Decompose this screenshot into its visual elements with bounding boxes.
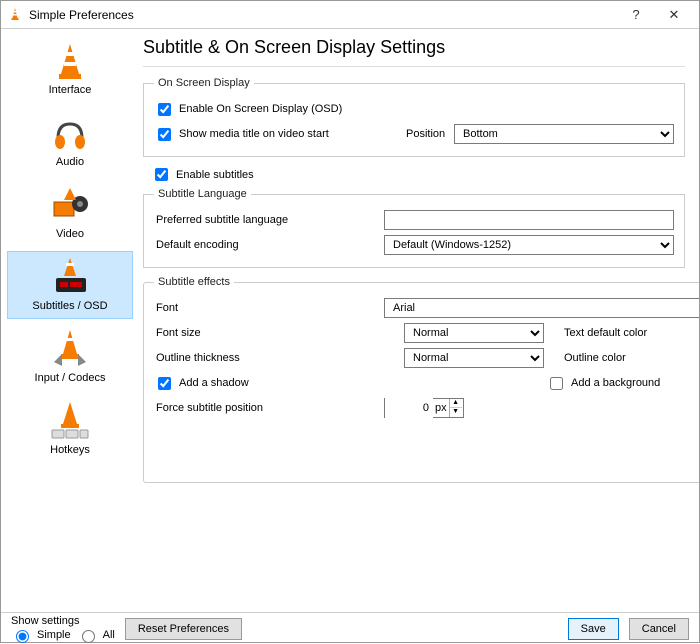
text-default-color-label: Text default color xyxy=(564,327,699,339)
preferred-language-label: Preferred subtitle language xyxy=(154,214,384,226)
subtitle-effects-group-title: Subtitle effects xyxy=(154,276,234,288)
subtitle-board-icon xyxy=(48,256,92,298)
add-background-label: Add a background xyxy=(571,377,660,389)
sidebar-item-video[interactable]: Video xyxy=(7,179,133,247)
vlc-logo-icon xyxy=(7,7,23,23)
window-title: Simple Preferences xyxy=(29,8,617,22)
show-media-title-checkbox[interactable]: Show media title on video start xyxy=(154,125,404,144)
force-position-spinner[interactable]: px ▲▼ xyxy=(384,398,464,418)
category-sidebar: Interface Audio Video Subtitles / OSD In… xyxy=(1,29,139,612)
show-media-title-label: Show media title on video start xyxy=(179,128,329,140)
dialog-footer: Show settings Simple All Reset Preferenc… xyxy=(1,612,699,644)
film-reel-icon xyxy=(48,184,92,226)
force-position-label: Force subtitle position xyxy=(154,402,384,414)
save-button[interactable]: Save xyxy=(568,618,619,640)
subtitle-language-group-title: Subtitle Language xyxy=(154,188,251,200)
sidebar-item-hotkeys[interactable]: Hotkeys xyxy=(7,395,133,463)
font-size-select[interactable]: Normal xyxy=(404,323,544,343)
sidebar-item-interface[interactable]: Interface xyxy=(7,35,133,103)
reset-preferences-button[interactable]: Reset Preferences xyxy=(125,618,242,640)
simple-mode-radio[interactable]: Simple xyxy=(11,627,71,643)
enable-subtitles-checkbox[interactable]: Enable subtitles xyxy=(151,165,685,184)
sidebar-item-label: Interface xyxy=(49,84,92,96)
sidebar-item-label: Input / Codecs xyxy=(35,372,106,384)
spinner-up-icon[interactable]: ▲ xyxy=(450,399,462,408)
help-button[interactable]: ? xyxy=(617,7,655,22)
codecs-icon xyxy=(48,328,92,370)
sidebar-item-input-codecs[interactable]: Input / Codecs xyxy=(7,323,133,391)
content-pane: Subtitle & On Screen Display Settings On… xyxy=(139,29,699,612)
headphones-icon xyxy=(48,112,92,154)
cone-icon xyxy=(48,40,92,82)
all-mode-radio[interactable]: All xyxy=(77,627,115,643)
enable-subtitles-label: Enable subtitles xyxy=(176,169,254,181)
font-label: Font xyxy=(154,302,384,314)
add-shadow-label: Add a shadow xyxy=(179,377,249,389)
hotkeys-icon xyxy=(48,400,92,442)
force-position-unit: px xyxy=(433,402,449,414)
osd-group-title: On Screen Display xyxy=(154,77,254,89)
sidebar-item-subtitles[interactable]: Subtitles / OSD xyxy=(7,251,133,319)
spinner-down-icon[interactable]: ▼ xyxy=(450,408,462,417)
enable-osd-checkbox[interactable]: Enable On Screen Display (OSD) xyxy=(154,100,342,119)
add-background-checkbox[interactable]: Add a background xyxy=(546,374,660,393)
force-position-input[interactable] xyxy=(385,398,433,418)
position-label: Position xyxy=(404,128,454,140)
page-title: Subtitle & On Screen Display Settings xyxy=(143,37,685,58)
outline-thickness-label: Outline thickness xyxy=(154,352,384,364)
sidebar-item-label: Audio xyxy=(56,156,84,168)
font-select[interactable]: Arial xyxy=(384,298,699,318)
outline-thickness-select[interactable]: Normal xyxy=(404,348,544,368)
cancel-button[interactable]: Cancel xyxy=(629,618,689,640)
sidebar-item-audio[interactable]: Audio xyxy=(7,107,133,175)
sidebar-item-label: Hotkeys xyxy=(50,444,90,456)
preferred-language-input[interactable] xyxy=(384,210,674,230)
sidebar-item-label: Video xyxy=(56,228,84,240)
sidebar-item-label: Subtitles / OSD xyxy=(32,300,107,312)
show-settings-label: Show settings xyxy=(11,615,115,627)
window-titlebar: Simple Preferences ? ✕ xyxy=(1,1,699,29)
subtitle-effects-group: Subtitle effects Font Arial Font size No… xyxy=(143,276,699,483)
outline-color-label: Outline color xyxy=(564,352,699,364)
close-button[interactable]: ✕ xyxy=(655,7,693,23)
osd-group: On Screen Display Enable On Screen Displ… xyxy=(143,77,685,157)
font-size-label: Font size xyxy=(154,327,384,339)
default-encoding-label: Default encoding xyxy=(154,239,384,251)
default-encoding-select[interactable]: Default (Windows-1252) xyxy=(384,235,674,255)
add-shadow-checkbox[interactable]: Add a shadow xyxy=(154,374,526,393)
position-select[interactable]: Bottom xyxy=(454,124,674,144)
subtitle-language-group: Subtitle Language Preferred subtitle lan… xyxy=(143,188,685,268)
enable-osd-label: Enable On Screen Display (OSD) xyxy=(179,103,342,115)
